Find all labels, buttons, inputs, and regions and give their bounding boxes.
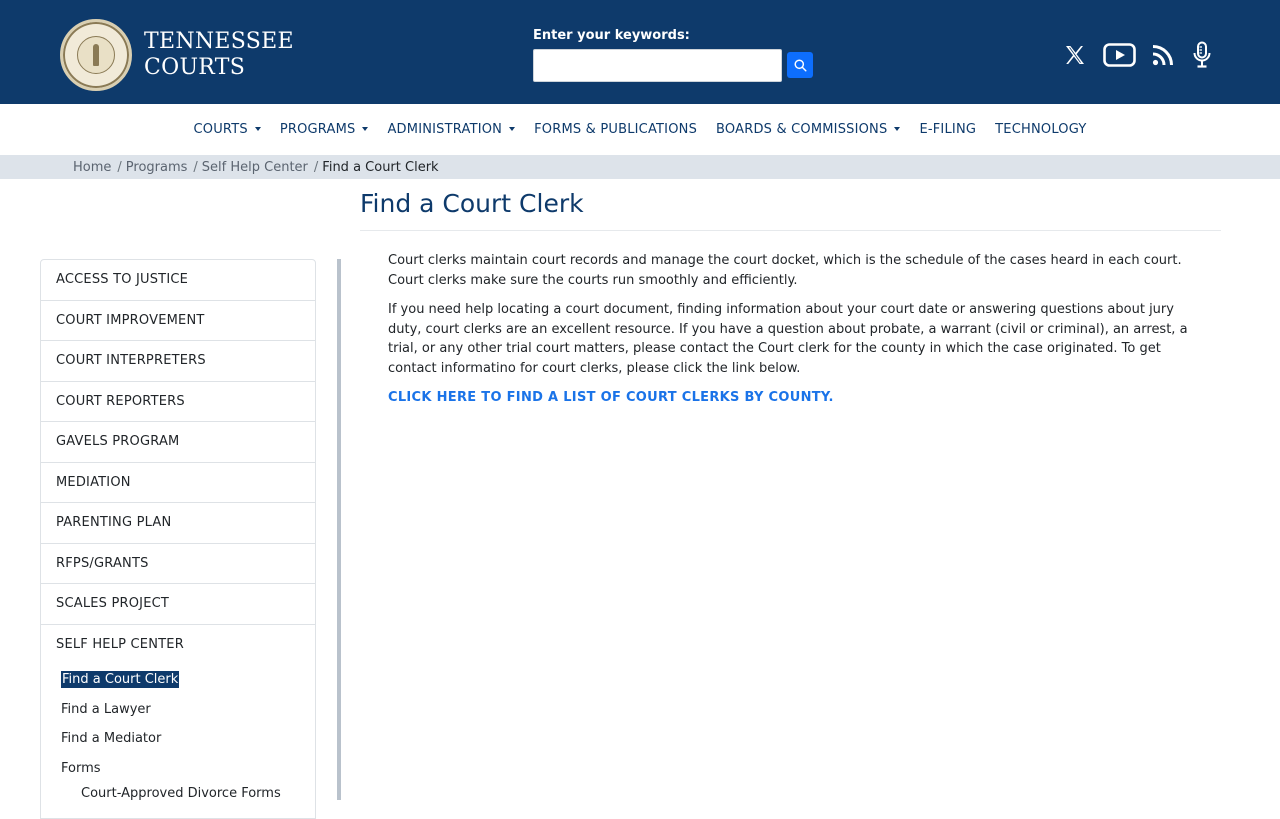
search-label: Enter your keywords: [533,28,690,43]
search-icon [793,58,807,72]
caret-down-icon [509,127,516,131]
site-brand[interactable]: TENNESSEE COURTS [144,29,294,81]
search-button[interactable] [787,52,813,78]
sidebar-item-gavels-program[interactable]: GAVELS PROGRAM [41,422,315,463]
x-icon [1066,46,1084,64]
main-nav: COURTS PROGRAMS ADMINISTRATION FORMS & P… [0,104,1280,154]
seal-figure [93,44,99,66]
breadcrumb-self-help-center: Self Help Center [202,160,308,175]
breadcrumb-current: Find a Court Clerk [322,159,439,175]
sidebar-subitem-forms[interactable]: Forms [61,754,315,784]
breadcrumb-link[interactable]: Home [73,160,111,175]
search-input[interactable] [533,49,782,82]
sidebar-item-parenting-plan[interactable]: PARENTING PLAN [41,503,315,544]
nav-programs[interactable]: PROGRAMS [270,122,378,137]
brand-line-1: TENNESSEE [144,29,294,54]
nav-label: PROGRAMS [279,121,356,137]
sidebar-item-scales-project[interactable]: SCALES PROJECT [41,584,315,625]
youtube-icon [1102,43,1136,67]
breadcrumb-separator: / [313,159,319,175]
sidebar-item-access-to-justice[interactable]: ACCESS TO JUSTICE [41,260,315,301]
breadcrumb-link[interactable]: Self Help Center [202,160,308,175]
court-clerks-list-link[interactable]: CLICK HERE TO FIND A LIST OF COURT CLERK… [388,390,834,405]
rss-icon [1152,45,1173,66]
sidebar-item-self-help-center[interactable]: SELF HELP CENTER [41,625,315,666]
breadcrumb: Home / Programs / Self Help Center / Fin… [0,155,1280,179]
nav-forms-publications[interactable]: FORMS & PUBLICATIONS [525,122,707,137]
nav-label: FORMS & PUBLICATIONS [534,121,698,137]
main-content: Court clerks maintain court records and … [388,251,1198,408]
breadcrumb-separator: / [117,159,122,175]
caret-down-icon [894,127,901,131]
sidebar-subitem-find-a-mediator[interactable]: Find a Mediator [61,724,315,754]
nav-boards-commissions[interactable]: BOARDS & COMMISSIONS [707,122,910,137]
podcast-mic-icon [1193,41,1211,68]
breadcrumb-programs: Programs [126,160,188,175]
page-title: Find a Court Clerk [360,189,584,218]
title-divider [360,230,1221,231]
sidebar-item-court-reporters[interactable]: COURT REPORTERS [41,382,315,422]
sidebar-item-court-improvement[interactable]: COURT IMPROVEMENT [41,301,315,341]
sidebar-item-rfps-grants[interactable]: RFPS/GRANTS [41,544,315,584]
nav-technology[interactable]: TECHNOLOGY [986,122,1096,137]
nav-label: TECHNOLOGY [995,121,1087,137]
breadcrumb-link[interactable]: Programs [126,160,188,175]
sidebar-menu: ACCESS TO JUSTICE COURT IMPROVEMENT COUR… [40,259,316,819]
breadcrumb-separator: / [193,159,198,175]
x-social-link[interactable] [1062,40,1088,70]
sidebar-subitem-find-a-lawyer[interactable]: Find a Lawyer [61,695,315,725]
youtube-social-link[interactable] [1102,40,1136,70]
intro-paragraph: Court clerks maintain court records and … [388,253,1182,288]
help-paragraph: If you need help locating a court docume… [388,302,1188,376]
site-header: TENNESSEE COURTS Enter your keywords: [0,0,1280,104]
tennessee-judiciary-seal-logo[interactable] [60,19,132,91]
nav-label: E-FILING [919,121,977,137]
nav-label: COURTS [193,121,248,137]
sidebar-subitem-court-approved-divorce-forms[interactable]: Court-Approved Divorce Forms [61,783,315,803]
rss-social-link[interactable] [1150,40,1176,70]
sidebar-subitem-find-a-court-clerk[interactable]: Find a Court Clerk [61,665,315,695]
caret-down-icon [254,127,261,131]
sidebar-submenu: Find a Court Clerk Find a Lawyer Find a … [41,665,315,803]
content-divider [337,259,341,800]
nav-courts[interactable]: COURTS [184,122,270,137]
nav-label: BOARDS & COMMISSIONS [716,121,888,137]
nav-administration[interactable]: ADMINISTRATION [378,122,525,137]
nav-label: ADMINISTRATION [387,121,503,137]
breadcrumb-home: Home [73,160,111,175]
sidebar-item-court-interpreters[interactable]: COURT INTERPRETERS [41,341,315,382]
brand-line-2: COURTS [144,55,246,80]
active-subitem-label: Find a Court Clerk [61,671,180,689]
caret-down-icon [362,127,369,131]
nav-e-filing[interactable]: E-FILING [910,122,986,137]
podcast-social-link[interactable] [1190,40,1214,70]
sidebar-item-mediation[interactable]: MEDIATION [41,463,315,503]
